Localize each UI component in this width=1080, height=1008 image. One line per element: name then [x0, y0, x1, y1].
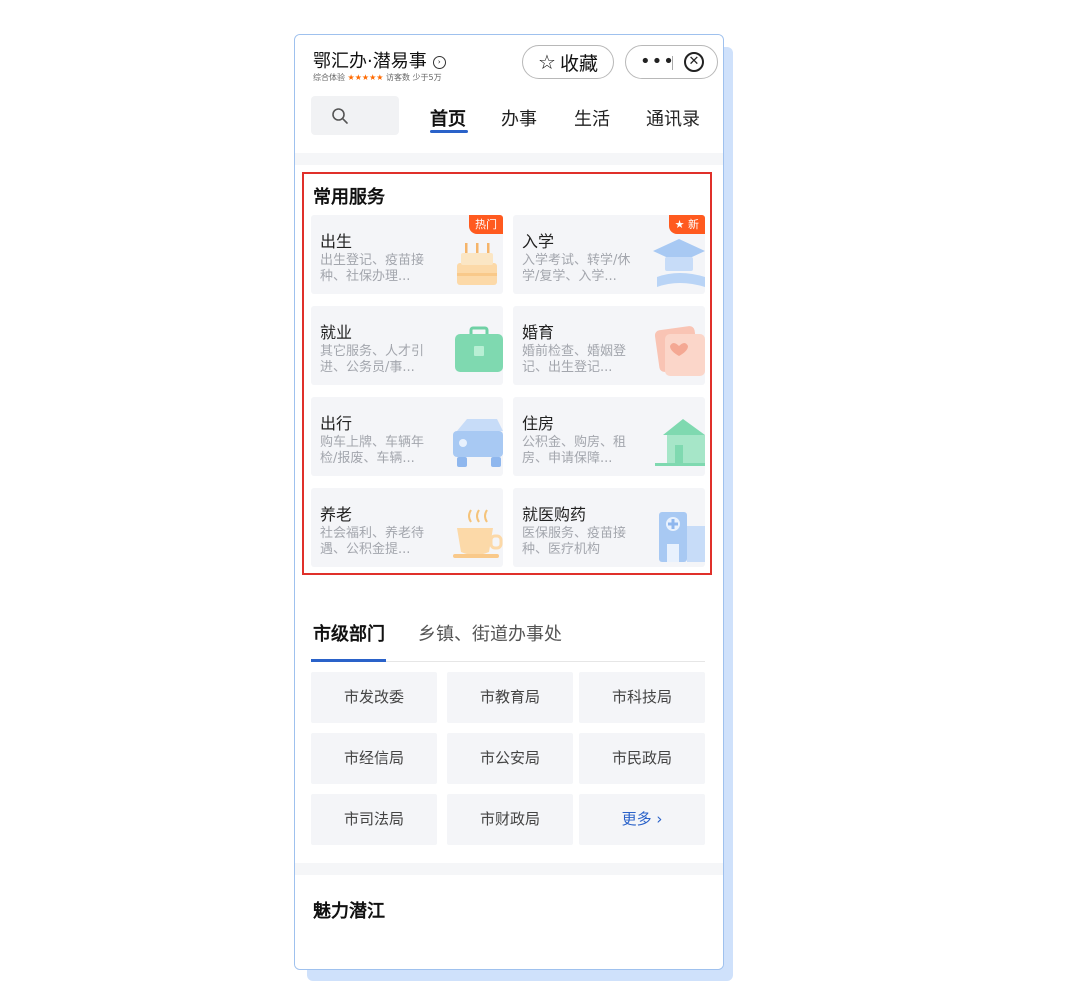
dept-item[interactable]: 市发改委: [311, 672, 437, 723]
dept-item[interactable]: 市民政局: [579, 733, 705, 784]
service-desc: 购车上牌、车辆年检/报废、车辆...: [320, 435, 425, 466]
more-departments-button[interactable]: 更多 ›: [579, 794, 705, 845]
service-title: 婚育: [522, 323, 555, 342]
tab-city-departments[interactable]: 市级部门: [313, 620, 385, 646]
rating-stars-icon: ★★★★★: [347, 73, 384, 82]
service-desc: 出生登记、疫苗接种、社保办理...: [320, 253, 425, 284]
dept-item[interactable]: 市经信局: [311, 733, 437, 784]
favorite-label: 收藏: [559, 52, 598, 75]
tea-cup-icon: [453, 509, 503, 558]
mini-program-frame: 鄂汇办·潜易事 › 综合体验 ★★★★★ 访客数 少于5万 ☆ 收藏 ••• ✕ …: [294, 34, 724, 970]
service-desc: 其它服务、人才引进、公务员/事...: [320, 344, 425, 375]
service-tile-birth[interactable]: 出生 出生登记、疫苗接种、社保办理... 热门: [311, 215, 503, 294]
service-title: 出生: [320, 232, 353, 251]
service-desc: 医保服务、疫苗接种、医疗机构: [522, 526, 627, 557]
dept-item[interactable]: 市财政局: [447, 794, 573, 845]
cake-icon: [457, 243, 497, 285]
tab-township-offices[interactable]: 乡镇、街道办事处: [418, 620, 562, 646]
house-icon: [655, 419, 705, 466]
dept-tab-active-indicator: [311, 659, 386, 662]
service-title: 入学: [522, 232, 555, 251]
app-title[interactable]: 鄂汇办·潜易事 ›: [313, 47, 446, 73]
service-tile-enrollment[interactable]: 入学 入学考试、转学/休学/复学、入学... ★ 新: [513, 215, 705, 294]
favorite-button[interactable]: ☆ 收藏: [522, 45, 614, 79]
new-badge: ★ 新: [668, 215, 705, 234]
car-icon: [453, 419, 503, 467]
service-tile-pension[interactable]: 养老 社会福利、养老待遇、公积金提...: [311, 488, 503, 567]
service-title: 就医购药: [522, 505, 587, 524]
dept-item[interactable]: 市教育局: [447, 672, 573, 723]
tab-life[interactable]: 生活: [574, 105, 610, 131]
service-desc: 社会福利、养老待遇、公积金提...: [320, 526, 425, 557]
service-title: 出行: [320, 414, 353, 433]
visitors-label: 访客数 少于5万: [385, 73, 442, 82]
graduation-cap-icon: [653, 239, 705, 287]
service-tile-housing[interactable]: 住房 公积金、购房、租房、申请保障...: [513, 397, 705, 476]
tab-affairs[interactable]: 办事: [501, 105, 537, 131]
capsule-menu: ••• ✕: [625, 45, 718, 79]
search-box[interactable]: [311, 96, 399, 135]
tab-home[interactable]: 首页: [430, 105, 466, 131]
service-tile-medical[interactable]: 就医购药 医保服务、疫苗接种、医疗机构: [513, 488, 705, 567]
dept-item[interactable]: 市科技局: [579, 672, 705, 723]
dept-item[interactable]: 市司法局: [311, 794, 437, 845]
charm-title: 魅力潜江: [313, 901, 385, 922]
tab-active-indicator: [430, 130, 468, 133]
service-desc: 入学考试、转学/休学/复学、入学...: [522, 253, 631, 284]
service-tile-marriage[interactable]: 婚育 婚前检查、婚姻登记、出生登记...: [513, 306, 705, 385]
star-outline-icon: ☆: [538, 50, 556, 74]
service-title: 就业: [320, 323, 353, 342]
app-title-text: 鄂汇办·潜易事: [313, 51, 427, 72]
header: 鄂汇办·潜易事 › 综合体验 ★★★★★ 访客数 少于5万 ☆ 收藏 ••• ✕ …: [295, 35, 723, 153]
rating-row: 综合体验 ★★★★★ 访客数 少于5万: [313, 72, 442, 83]
search-icon: [332, 108, 348, 124]
briefcase-icon: [455, 326, 503, 372]
title-arrow-icon[interactable]: ›: [432, 56, 446, 69]
service-tile-travel[interactable]: 出行 购车上牌、车辆年检/报废、车辆...: [311, 397, 503, 476]
services-title: 常用服务: [313, 187, 385, 208]
hot-badge: 热门: [469, 215, 503, 234]
service-title: 养老: [320, 505, 353, 524]
service-title: 住房: [522, 414, 555, 433]
service-desc: 婚前检查、婚姻登记、出生登记...: [522, 344, 627, 375]
capsule-divider: [672, 56, 673, 70]
hospital-icon: [659, 512, 705, 562]
service-desc: 公积金、购房、租房、申请保障...: [522, 435, 627, 466]
service-tile-employment[interactable]: 就业 其它服务、人才引进、公务员/事...: [311, 306, 503, 385]
rating-label: 综合体验: [313, 73, 345, 82]
marriage-certificate-icon: [654, 326, 705, 376]
more-icon[interactable]: •••: [640, 51, 675, 72]
close-icon[interactable]: ✕: [684, 52, 704, 72]
tab-contacts[interactable]: 通讯录: [646, 105, 700, 131]
dept-item[interactable]: 市公安局: [447, 733, 573, 784]
